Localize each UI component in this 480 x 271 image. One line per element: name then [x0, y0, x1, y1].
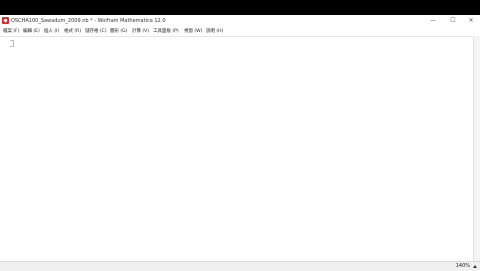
menu-cell[interactable]: 儲存格 (C) — [85, 27, 107, 36]
close-button[interactable]: ✕ — [462, 15, 480, 27]
maximize-button[interactable]: ☐ — [444, 15, 462, 27]
cell-bracket[interactable] — [10, 40, 14, 47]
menu-file[interactable]: 檔案 (F) — [3, 27, 20, 36]
notebook-window: OSCHA100_Sawadum_2009.nb * - Wolfram Mat… — [0, 15, 480, 271]
mathematica-app-icon[interactable] — [2, 17, 9, 24]
menu-evaluation[interactable]: 計算 (V) — [132, 27, 149, 36]
vertical-scrollbar[interactable] — [473, 36, 480, 261]
menu-bar: 檔案 (F) 編輯 (E) 插入 (I) 格式 (R) 儲存格 (C) 圖形 (… — [0, 27, 480, 36]
zoom-menu-arrow-icon[interactable] — [473, 265, 477, 268]
menu-insert[interactable]: 插入 (I) — [44, 27, 59, 36]
menu-palettes[interactable]: 工具面板 (P) — [153, 27, 179, 36]
menu-window[interactable]: 視窗 (W) — [184, 27, 202, 36]
menu-help[interactable]: 說明 (H) — [206, 27, 223, 36]
notebook-area[interactable] — [0, 36, 474, 262]
menu-graphics[interactable]: 圖形 (G) — [110, 27, 127, 36]
menu-format[interactable]: 格式 (R) — [64, 27, 81, 36]
menu-edit[interactable]: 編輯 (E) — [23, 27, 40, 36]
title-bar[interactable]: OSCHA100_Sawadum_2009.nb * - Wolfram Mat… — [0, 15, 480, 27]
minimize-button[interactable]: — — [424, 15, 442, 27]
window-title: OSCHA100_Sawadum_2009.nb * - Wolfram Mat… — [11, 18, 166, 24]
